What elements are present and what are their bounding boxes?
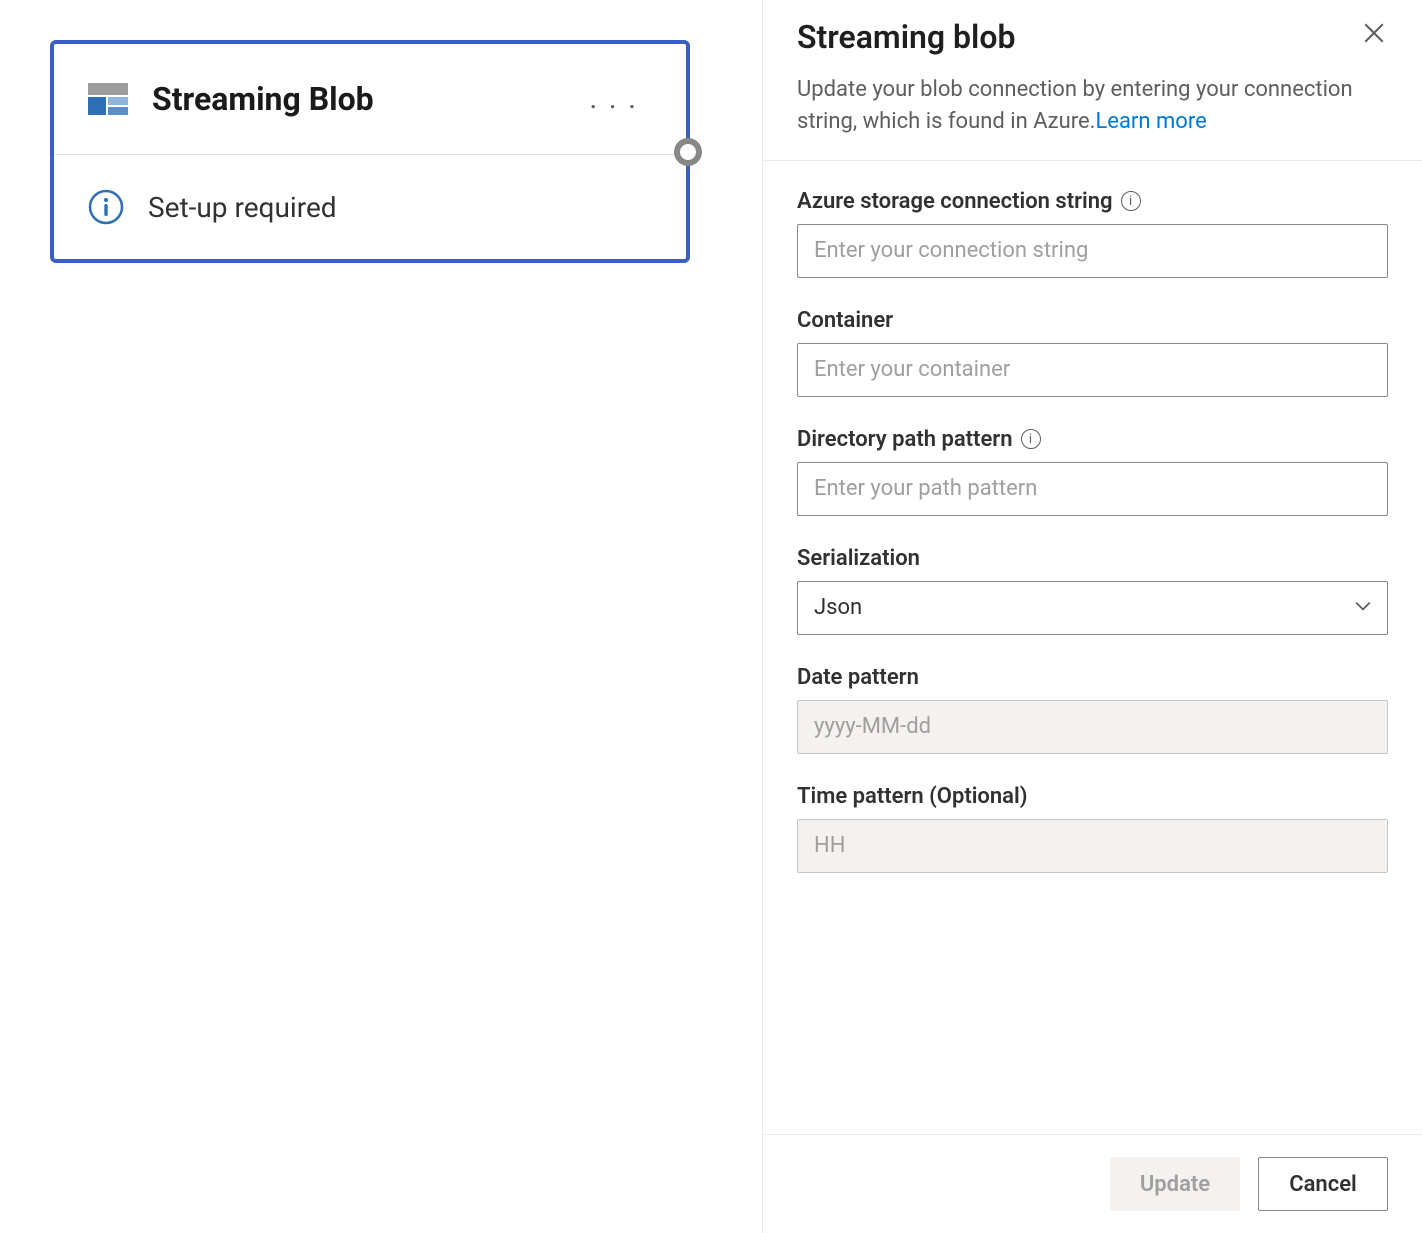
serialization-select[interactable]: Json xyxy=(797,581,1388,635)
workflow-canvas[interactable]: Streaming Blob . . . Set-up required xyxy=(0,0,762,1233)
container-input[interactable] xyxy=(797,343,1388,397)
info-icon xyxy=(88,189,124,225)
panel-header: Streaming blob Update your blob connecti… xyxy=(763,0,1422,161)
close-icon[interactable] xyxy=(1360,18,1388,52)
panel-description-text: Update your blob connection by entering … xyxy=(797,77,1353,134)
time-pattern-input xyxy=(797,819,1388,873)
update-button: Update xyxy=(1110,1157,1240,1211)
connection-string-input[interactable] xyxy=(797,224,1388,278)
time-pattern-label: Time pattern (Optional) xyxy=(797,784,1027,809)
connection-string-label: Azure storage connection string xyxy=(797,189,1113,214)
panel-body: Azure storage connection string i Contai… xyxy=(763,161,1422,1134)
streaming-blob-node[interactable]: Streaming Blob . . . Set-up required xyxy=(50,40,690,263)
field-connection-string: Azure storage connection string i xyxy=(797,189,1388,278)
node-body: Set-up required xyxy=(54,155,686,259)
node-status-text: Set-up required xyxy=(148,191,337,224)
field-serialization: Serialization Json xyxy=(797,546,1388,635)
node-header: Streaming Blob . . . xyxy=(54,44,686,155)
info-icon[interactable]: i xyxy=(1121,191,1141,211)
output-port[interactable] xyxy=(674,138,702,166)
panel-description: Update your blob connection by entering … xyxy=(797,74,1388,138)
serialization-label: Serialization xyxy=(797,546,920,571)
field-container: Container xyxy=(797,308,1388,397)
date-pattern-input xyxy=(797,700,1388,754)
cancel-button[interactable]: Cancel xyxy=(1258,1157,1388,1211)
info-icon[interactable]: i xyxy=(1021,429,1041,449)
learn-more-link[interactable]: Learn more xyxy=(1095,109,1206,134)
config-panel: Streaming blob Update your blob connecti… xyxy=(762,0,1422,1233)
blob-storage-icon xyxy=(88,79,128,119)
field-time-pattern: Time pattern (Optional) xyxy=(797,784,1388,873)
more-actions-button[interactable]: . . . xyxy=(581,78,646,120)
container-label: Container xyxy=(797,308,893,333)
panel-footer: Update Cancel xyxy=(763,1134,1422,1233)
directory-pattern-label: Directory path pattern xyxy=(797,427,1013,452)
field-directory-pattern: Directory path pattern i xyxy=(797,427,1388,516)
directory-pattern-input[interactable] xyxy=(797,462,1388,516)
field-date-pattern: Date pattern xyxy=(797,665,1388,754)
date-pattern-label: Date pattern xyxy=(797,665,919,690)
node-title: Streaming Blob xyxy=(152,80,581,118)
panel-title: Streaming blob xyxy=(797,18,1015,56)
